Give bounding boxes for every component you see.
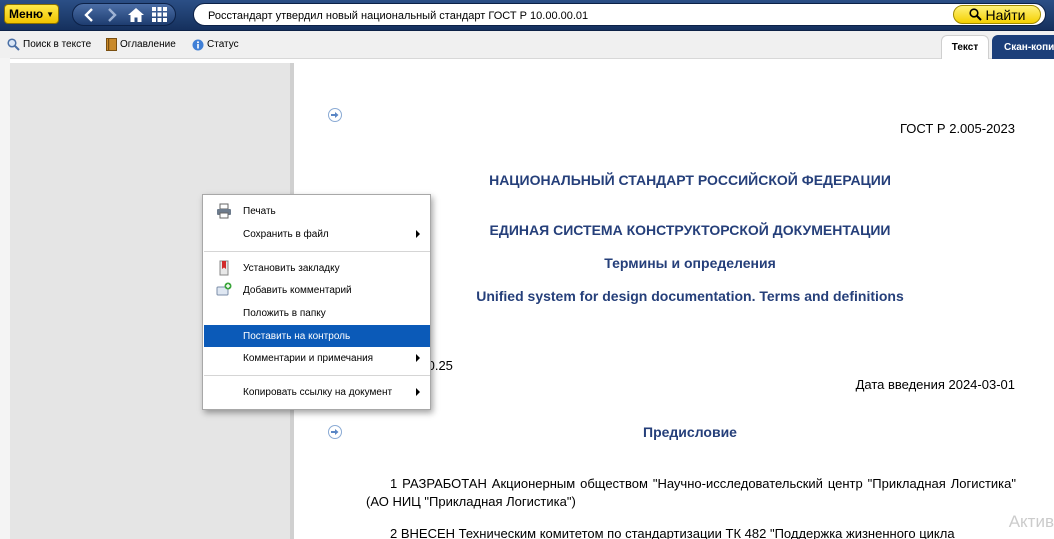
- document-title-3: Термины и определения: [604, 255, 776, 271]
- search-in-text-button[interactable]: Поиск в тексте: [7, 37, 91, 52]
- bookmark-icon: [216, 260, 232, 276]
- menu-item-label: Печать: [243, 205, 276, 217]
- menu-item-label: Положить в папку: [243, 307, 326, 319]
- paragraph-1-text: 1 РАЗРАБОТАН Акционерным обществом "Науч…: [366, 476, 1016, 509]
- menu-item-put-in-folder[interactable]: Положить в папку: [204, 302, 430, 324]
- left-gutter: [0, 58, 10, 539]
- preface-heading: Предисловие: [643, 424, 737, 440]
- paragraph-2-text: 2 ВНЕСЕН Техническим комитетом по станда…: [390, 526, 955, 539]
- context-menu: Печать Сохранить в файл Установить закла…: [202, 194, 431, 410]
- info-icon: [192, 39, 204, 50]
- menu-item-label: Поставить на контроль: [243, 330, 351, 342]
- menu-item-set-bookmark[interactable]: Установить закладку: [204, 257, 430, 279]
- doc-toolbar: Поиск в тексте Оглавление Статус Текст С…: [0, 31, 1054, 59]
- menu-separator: [204, 375, 430, 376]
- home-icon[interactable]: [125, 5, 147, 24]
- menu-item-label: Комментарии и примечания: [243, 352, 374, 364]
- search-box: Найти: [193, 3, 1046, 26]
- document-title-2: ЕДИНАЯ СИСТЕМА КОНСТРУКТОРСКОЙ ДОКУМЕНТА…: [489, 222, 891, 238]
- menu-item-print[interactable]: Печать: [204, 200, 430, 222]
- menu-button-label: Меню: [8, 7, 44, 21]
- back-icon[interactable]: [78, 5, 100, 24]
- menu-item-comments-notes[interactable]: Комментарии и примечания: [204, 347, 430, 369]
- menu-button[interactable]: Меню ▼: [4, 4, 59, 24]
- submenu-arrow-icon: [416, 230, 420, 238]
- paragraph-marker-icon[interactable]: [328, 108, 342, 122]
- menu-item-add-comment[interactable]: Добавить комментарий: [204, 279, 430, 301]
- menu-item-copy-link[interactable]: Копировать ссылку на документ: [204, 381, 430, 403]
- find-button-label: Найти: [985, 6, 1026, 23]
- document-number: ГОСТ Р 2.005-2023: [900, 121, 1015, 136]
- menu-item-put-on-control[interactable]: Поставить на контроль: [204, 325, 430, 347]
- tab-text[interactable]: Текст: [941, 35, 989, 59]
- book-icon: [106, 38, 117, 51]
- status-button[interactable]: Статус: [192, 37, 239, 52]
- intro-date: Дата введения 2024-03-01: [855, 377, 1015, 392]
- menu-item-label: Установить закладку: [243, 262, 340, 274]
- tab-scan-copy[interactable]: Скан-копия: [992, 35, 1054, 59]
- add-comment-icon: [216, 282, 232, 298]
- document-title-en: Unified system for design documentation.…: [476, 288, 904, 304]
- activation-watermark: Актив: [1008, 512, 1054, 531]
- paragraph-2: 2 ВНЕСЕН Техническим комитетом по станда…: [366, 525, 1016, 539]
- contents-label: Оглавление: [120, 39, 176, 50]
- submenu-arrow-icon: [416, 354, 420, 362]
- submenu-arrow-icon: [416, 388, 420, 396]
- menu-item-label: Сохранить в файл: [243, 228, 329, 240]
- search-icon: [968, 8, 982, 21]
- menu-item-save-to-file[interactable]: Сохранить в файл: [204, 223, 430, 245]
- search-input[interactable]: [206, 6, 930, 25]
- magnifier-icon: [7, 38, 20, 51]
- find-button[interactable]: Найти: [953, 5, 1041, 24]
- search-in-text-label: Поиск в тексте: [23, 39, 92, 50]
- paragraph-1: 1 РАЗРАБОТАН Акционерным обществом "Науч…: [366, 475, 1016, 511]
- nav-group: [72, 3, 176, 26]
- menu-item-label: Копировать ссылку на документ: [243, 386, 393, 398]
- contents-button[interactable]: Оглавление: [106, 37, 176, 52]
- status-label: Статус: [207, 39, 239, 50]
- grid-icon[interactable]: [148, 5, 170, 24]
- top-bar: Меню ▼ Найти: [0, 0, 1054, 31]
- document-title-1: НАЦИОНАЛЬНЫЙ СТАНДАРТ РОССИЙСКОЙ ФЕДЕРАЦ…: [489, 172, 891, 188]
- forward-icon[interactable]: [101, 5, 123, 24]
- caret-down-icon: ▼: [46, 9, 55, 19]
- menu-separator: [204, 251, 430, 252]
- printer-icon: [216, 203, 232, 219]
- menu-item-label: Добавить комментарий: [243, 284, 352, 296]
- paragraph-marker-icon[interactable]: [328, 425, 342, 439]
